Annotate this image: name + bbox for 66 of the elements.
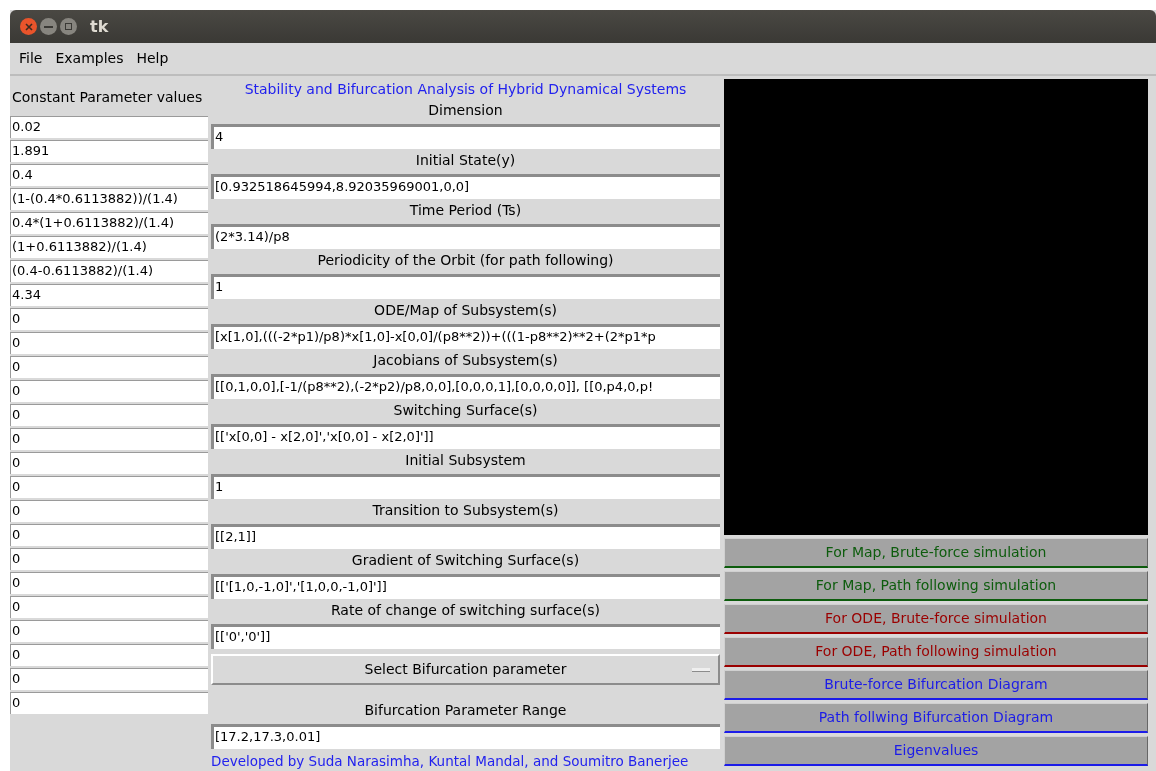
parameter-field[interactable]: 0 [10, 524, 208, 546]
parameter-field[interactable]: 4.34 [10, 284, 208, 306]
field-label: Initial Subsystem [404, 451, 527, 470]
action-button[interactable]: Path follwing Bifurcation Diagram [724, 703, 1148, 733]
input-field[interactable]: [['0','0']] [211, 624, 720, 649]
field-label: Initial State(y) [414, 151, 517, 170]
parameter-dropdown[interactable]: Select Bifurcation parameter [211, 654, 720, 685]
field-label: ODE/Map of Subsystem(s) [373, 301, 558, 320]
parameter-field[interactable]: 0 [10, 548, 208, 570]
parameter-field[interactable]: 0 [10, 620, 208, 642]
parameter-field[interactable]: (1-(0.4*0.6113882))/(1.4) [10, 188, 208, 210]
parameter-field[interactable]: 0 [10, 692, 208, 714]
app-title: Stability and Bifurcation Analysis of Hybrid Dynamical Systems [243, 80, 688, 99]
parameter-field[interactable]: 0 [10, 380, 208, 402]
parameter-field[interactable]: 0 [10, 668, 208, 690]
menu-item[interactable]: Examples [55, 48, 124, 69]
parameter-field[interactable]: 0 [10, 356, 208, 378]
parameter-field[interactable]: 0 [10, 404, 208, 426]
menu-item[interactable]: Help [136, 48, 169, 69]
parameter-field[interactable]: 0 [10, 428, 208, 450]
parameter-field[interactable]: 0.02 [10, 116, 208, 138]
parameter-field[interactable]: 0 [10, 596, 208, 618]
parameter-field[interactable]: 0 [10, 644, 208, 666]
dropdown-indicator-icon [692, 668, 710, 672]
input-field[interactable]: [['[1,0,-1,0]','[1,0,0,-1,0]']] [211, 574, 720, 599]
parameter-field[interactable]: 0.4*(1+0.6113882)/(1.4) [10, 212, 208, 234]
input-field[interactable]: [x[1,0],(((-2*p1)/p8)*x[1,0]-x[0,0]/(p8**2))+(((1-p8**2)**2+(2*p1*p [211, 324, 720, 349]
parameter-field[interactable]: 0.4 [10, 164, 208, 186]
maximize-icon[interactable] [60, 18, 77, 35]
field-label: Bifurcation Parameter Range [363, 701, 568, 720]
input-field[interactable]: [[0,1,0,0],[-1/(p8**2),(-2*p2)/p8,0,0],[0,0,0,1],[0,0,0,0]], [[0,p4,0,p! [211, 374, 720, 399]
window-title: tk [90, 15, 109, 38]
action-button[interactable]: Eigenvalues [724, 736, 1148, 766]
input-field[interactable]: [0.932518645994,8.92035969001,0,0] [211, 174, 720, 199]
parameter-field[interactable]: (0.4-0.6113882)/(1.4) [10, 260, 208, 282]
credits-text: Developed by Suda Narasimha, Kuntal Mandal, and Soumitro Banerjee [211, 752, 690, 770]
parameter-field[interactable]: 1.891 [10, 140, 208, 162]
minimize-icon[interactable] [40, 18, 57, 35]
field-label: Time Period (Ts) [408, 201, 523, 220]
parameters-heading: Constant Parameter values [11, 88, 204, 107]
parameter-field[interactable]: 0 [10, 572, 208, 594]
parameter-field[interactable]: 0 [10, 332, 208, 354]
parameter-field[interactable]: 0 [10, 500, 208, 522]
action-button[interactable]: For ODE, Brute-force simulation [724, 604, 1148, 634]
input-field[interactable]: [17.2,17.3,0.01] [211, 724, 720, 749]
close-icon[interactable] [20, 18, 37, 35]
parameter-field[interactable]: 0 [10, 452, 208, 474]
field-label: Periodicity of the Orbit (for path following) [316, 251, 615, 270]
action-button[interactable]: For ODE, Path following simulation [724, 637, 1148, 667]
field-label: Rate of change of switching surface(s) [329, 601, 602, 620]
input-field[interactable]: 4 [211, 124, 720, 149]
input-field[interactable]: [[2,1]] [211, 524, 720, 549]
input-field[interactable]: [['x[0,0] - x[2,0]','x[0,0] - x[2,0]']] [211, 424, 720, 449]
field-label: Dimension [427, 101, 504, 120]
field-label: Jacobians of Subsystem(s) [371, 351, 559, 370]
parameter-field[interactable]: 0 [10, 308, 208, 330]
field-label: Switching Surface(s) [392, 401, 539, 420]
parameter-field[interactable]: 0 [10, 476, 208, 498]
parameter-field[interactable]: (1+0.6113882)/(1.4) [10, 236, 208, 258]
field-label: Transition to Subsystem(s) [371, 501, 560, 520]
input-field[interactable]: 1 [211, 274, 720, 299]
field-label: Gradient of Switching Surface(s) [350, 551, 581, 570]
menu-item[interactable]: File [19, 48, 43, 69]
input-field[interactable]: (2*3.14)/p8 [211, 224, 720, 249]
input-field[interactable]: 1 [211, 474, 720, 499]
action-button[interactable]: Brute-force Bifurcation Diagram [724, 670, 1148, 700]
